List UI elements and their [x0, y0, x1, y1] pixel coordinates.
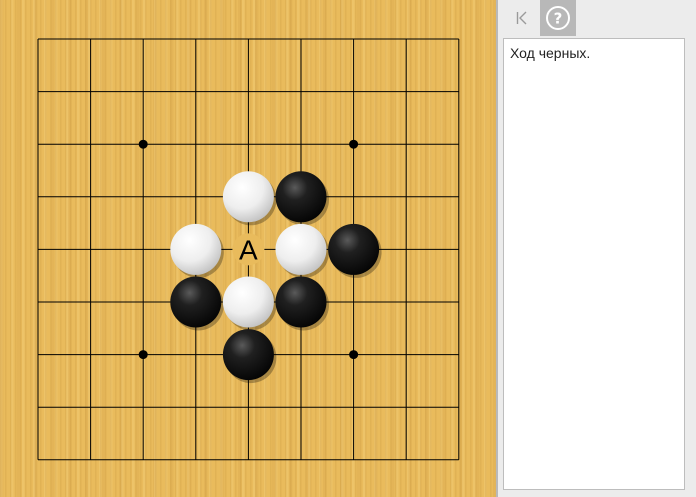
- side-panel: ? Ход черных.: [498, 0, 696, 497]
- star-point: [349, 350, 359, 360]
- black-stone[interactable]: [275, 171, 330, 226]
- white-stone[interactable]: [275, 223, 330, 278]
- white-stone[interactable]: [222, 171, 277, 226]
- black-stone[interactable]: [170, 276, 224, 331]
- white-stone[interactable]: [222, 276, 277, 331]
- question-circle-icon: ?: [546, 6, 570, 30]
- black-stone[interactable]: [222, 329, 277, 384]
- white-stone[interactable]: [170, 223, 224, 278]
- comment-text: Ход черных.: [510, 45, 591, 61]
- back-to-start-button[interactable]: [504, 0, 540, 36]
- svg-text:?: ?: [554, 10, 563, 28]
- star-point: [349, 139, 359, 149]
- star-point: [138, 139, 148, 149]
- point-label: A: [239, 234, 258, 265]
- go-board[interactable]: A: [0, 0, 496, 497]
- back-to-start-icon: [516, 11, 527, 25]
- comment-box: Ход черных.: [503, 38, 685, 490]
- black-stone[interactable]: [328, 223, 382, 278]
- board-grid[interactable]: A: [0, 0, 496, 497]
- star-point: [138, 350, 148, 360]
- help-button[interactable]: ?: [540, 0, 576, 36]
- black-stone[interactable]: [275, 276, 330, 331]
